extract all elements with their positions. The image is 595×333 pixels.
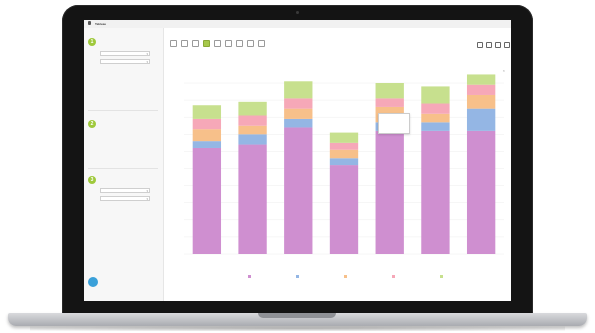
bar-segment[interactable] (192, 105, 222, 119)
bar-segment[interactable] (375, 130, 404, 254)
chevron-down-icon: ▾ (146, 52, 148, 56)
sidebar: 1 ▾ ▾ 2 3 ▾ ▾ (84, 28, 164, 301)
bar-segment[interactable] (329, 142, 359, 150)
legend-swatch (392, 275, 395, 278)
bar-segment[interactable] (238, 144, 267, 254)
bar-segment[interactable] (284, 127, 313, 254)
bar-segment[interactable] (375, 83, 404, 99)
bar-segment[interactable] (421, 103, 450, 114)
legend-item[interactable] (296, 275, 300, 278)
bar-segment[interactable] (192, 141, 222, 148)
bar-segment[interactable] (192, 147, 222, 254)
step-3-field-1[interactable]: ▾ (100, 188, 150, 193)
legend-swatch (344, 275, 347, 278)
app-title: Tableau (95, 21, 107, 26)
legend-swatch (296, 275, 299, 278)
step-2-badge: 2 (88, 120, 96, 128)
bar-segment[interactable] (421, 130, 450, 254)
webcam (296, 11, 299, 14)
chart-tooltip (378, 113, 410, 134)
legend-item[interactable] (440, 275, 444, 278)
step-1: 1 ▾ ▾ (88, 38, 160, 98)
bar-segment[interactable] (238, 101, 267, 116)
bar-segment[interactable] (238, 115, 267, 126)
legend-swatch (248, 275, 251, 278)
bar-segment[interactable] (284, 98, 313, 109)
chevron-down-icon: ▾ (146, 197, 148, 201)
step-1-badge: 1 (88, 38, 96, 46)
bar-segment[interactable] (421, 113, 450, 123)
screen: Tableau 1 ▾ ▾ 2 3 ▾ ▾ × (84, 20, 511, 301)
sidebar-divider (88, 110, 158, 111)
step-1-field-1[interactable]: ▾ (100, 51, 150, 56)
bar-segment[interactable] (421, 86, 450, 104)
step-1-field-2[interactable]: ▾ (100, 59, 150, 64)
legend-item[interactable] (248, 275, 252, 278)
step-3-badge: 3 (88, 176, 96, 184)
bar-segment[interactable] (284, 81, 313, 99)
bar-segment[interactable] (192, 129, 222, 142)
legend-item[interactable] (344, 275, 348, 278)
step-3-field-2[interactable]: ▾ (100, 196, 150, 201)
bar-segment[interactable] (466, 130, 496, 254)
bar-segment[interactable] (329, 158, 359, 166)
bar-segment[interactable] (466, 94, 496, 109)
bar-segment[interactable] (466, 108, 496, 131)
stacked-bar-chart (184, 74, 504, 255)
bar-segment[interactable] (375, 98, 404, 107)
apple-icon[interactable] (88, 21, 91, 25)
bar-segment[interactable] (192, 118, 222, 130)
legend-item[interactable] (392, 275, 396, 278)
laptop-notch (258, 313, 336, 318)
bar-segment[interactable] (284, 108, 313, 119)
bar-segment[interactable] (238, 125, 267, 135)
chevron-down-icon: ▾ (146, 189, 148, 193)
sidebar-divider (88, 168, 158, 169)
bar-segment[interactable] (329, 149, 359, 159)
legend-swatch (440, 275, 443, 278)
bar-segment[interactable] (284, 118, 313, 128)
bar-segment[interactable] (466, 74, 496, 85)
laptop-shadow (30, 326, 565, 331)
step-3: 3 ▾ ▾ (88, 176, 160, 216)
bar-segment[interactable] (329, 132, 359, 143)
step-2: 2 (88, 120, 160, 172)
chevron-down-icon: ▾ (146, 60, 148, 64)
chart-legend (248, 270, 498, 282)
bar-segment[interactable] (329, 165, 359, 254)
bar-segment[interactable] (238, 134, 267, 145)
bar-segment[interactable] (466, 84, 496, 95)
main-panel: × (164, 28, 511, 301)
send-icon (88, 277, 98, 287)
send-button[interactable] (88, 276, 158, 290)
bar-segment[interactable] (421, 122, 450, 131)
